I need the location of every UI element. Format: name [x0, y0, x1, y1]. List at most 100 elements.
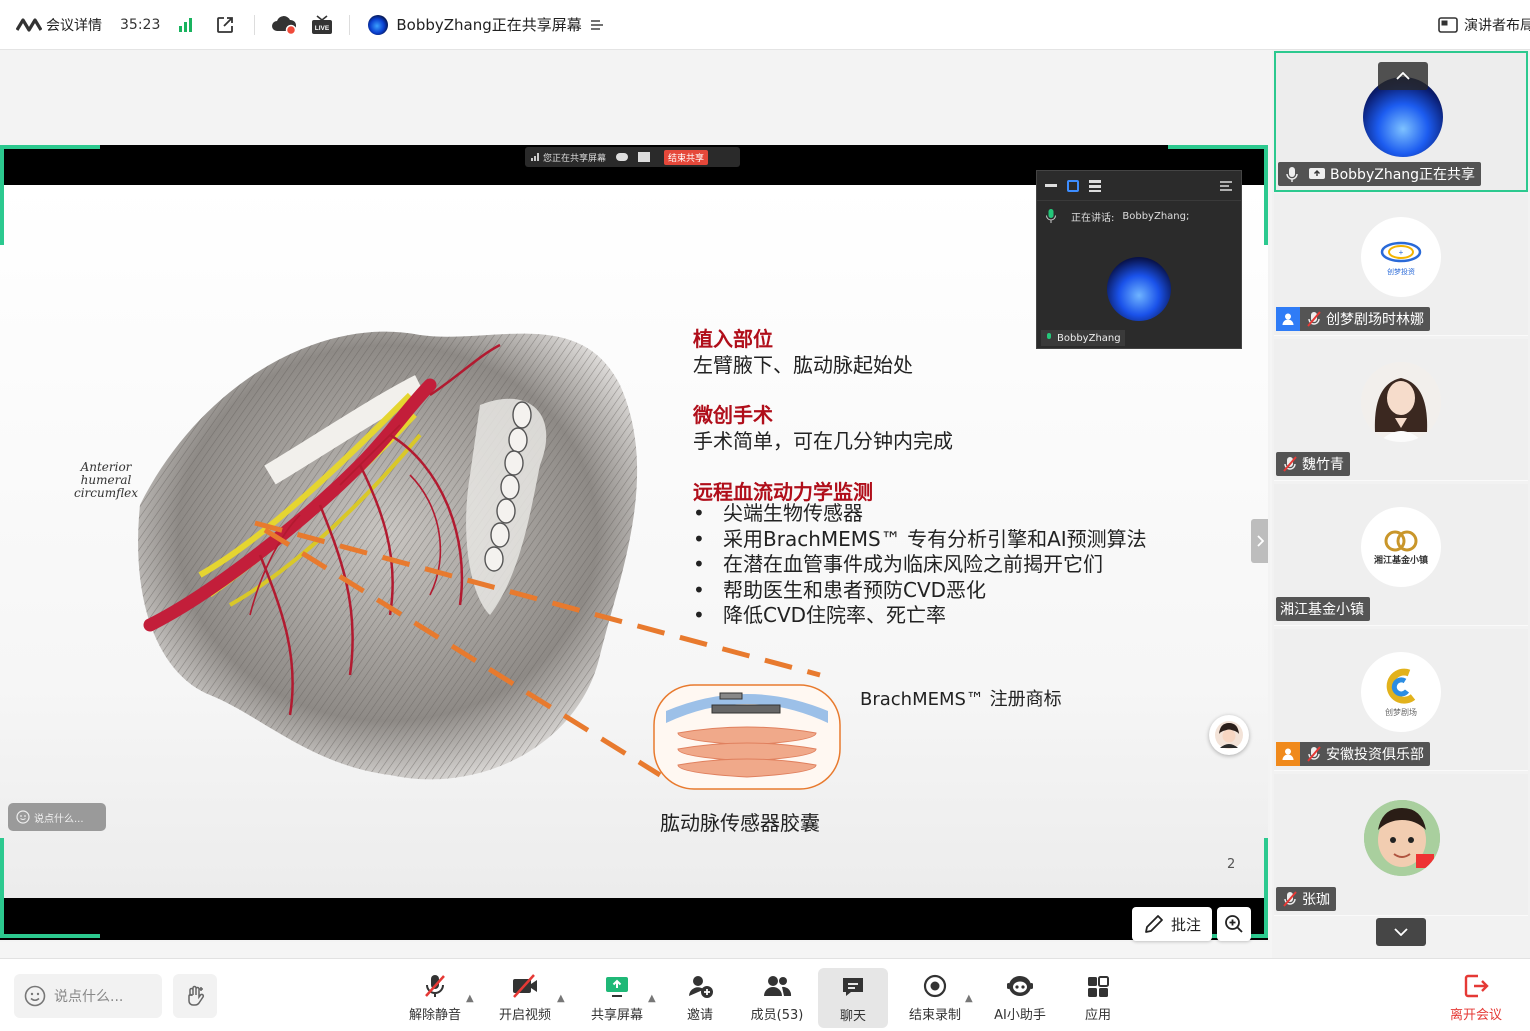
section-text-implant-site: 左臂腋下、肱动脉起始处 — [693, 353, 913, 377]
raise-hand-icon — [188, 985, 205, 1006]
record-options-chevron-icon[interactable]: ▲ — [965, 993, 973, 1004]
xiangjiang-logo-icon — [1384, 530, 1418, 551]
stack-icon[interactable] — [1089, 179, 1101, 192]
participant-name: 魏竹青 — [1302, 457, 1344, 473]
avatar-icon — [1215, 721, 1243, 749]
participant-name-tag: 湘江基金小镇 — [1276, 597, 1370, 621]
logo-text: 湘江基金小镇 — [1373, 555, 1428, 566]
sharing-status[interactable]: BobbyZhang正在共享屏幕 — [368, 14, 603, 35]
chevron-down-icon — [1394, 928, 1408, 936]
participant-name: 安徽投资俱乐部 — [1326, 747, 1424, 763]
speaking-name: BobbyZhang; — [1122, 210, 1190, 222]
live-icon[interactable] — [638, 152, 651, 162]
live-icon[interactable]: LIVE — [311, 14, 333, 35]
share-options-chevron-icon[interactable]: ▲ — [648, 993, 656, 1004]
share-screen-button[interactable]: 共享屏幕 — [582, 967, 652, 1027]
share-control-bar: 您正在共享屏幕 结束共享 — [525, 147, 740, 167]
chuangmeng-logo-icon: + — [1380, 241, 1422, 263]
slide-chat-placeholder: 说点什么... — [34, 813, 84, 825]
mic-active-icon — [1046, 209, 1056, 223]
members-button[interactable]: 成员(53) — [742, 967, 812, 1027]
co-host-badge-icon — [1276, 742, 1300, 766]
mic-muted-icon — [1283, 891, 1297, 907]
emoji-icon — [24, 985, 46, 1007]
annotate-button[interactable]: 批注 — [1132, 907, 1212, 941]
logo-text: 创梦投资 — [1387, 268, 1415, 276]
speaking-indicator: 正在讲话: BobbyZhang; — [1037, 201, 1241, 231]
chat-button[interactable]: 聊天 — [818, 968, 888, 1028]
collapse-panel-button[interactable] — [1251, 519, 1268, 563]
portrait-photo — [1361, 362, 1441, 442]
participant-tile[interactable]: 湘江基金小镇 湘江基金小镇 — [1274, 484, 1528, 626]
logo-text: 创梦剧场 — [1385, 707, 1417, 717]
unmute-button[interactable]: 解除静音 — [400, 967, 470, 1027]
start-video-button[interactable]: 开启视频 — [490, 967, 560, 1027]
list-item: • 尖端生物传感器 — [693, 501, 863, 525]
sharer-avatar — [368, 14, 389, 35]
raise-hand-button[interactable] — [173, 974, 217, 1018]
speaker-name: BobbyZhang — [1057, 332, 1121, 344]
participant-name-tag: 魏竹青 — [1276, 452, 1350, 476]
section-title-minimally-invasive: 微创手术 — [693, 403, 773, 427]
video-options-chevron-icon[interactable]: ▲ — [557, 993, 565, 1004]
signal-icon — [531, 153, 539, 161]
ai-assistant-button[interactable]: AI小助手 — [985, 967, 1055, 1027]
mic-muted-icon — [1307, 746, 1321, 762]
participant-name: 创梦剧场时林娜 — [1326, 312, 1424, 328]
invite-label: 邀请 — [686, 1008, 713, 1023]
meeting-details-button[interactable]: 会议详情 — [16, 15, 102, 35]
participant-tile[interactable]: BobbyZhang正在共享 — [1274, 51, 1528, 192]
window-icon[interactable] — [1067, 179, 1079, 192]
audio-options-chevron-icon[interactable]: ▲ — [466, 993, 474, 1004]
participant-tile[interactable]: 魏竹青 — [1274, 339, 1528, 481]
participant-tile[interactable]: 创梦剧场 安徽投资俱乐部 — [1274, 629, 1528, 771]
signal-icon[interactable] — [178, 17, 194, 32]
stop-recording-button[interactable]: 结束录制 — [900, 967, 970, 1027]
host-badge-icon — [1276, 307, 1300, 331]
avatar — [1361, 362, 1441, 442]
speaker-panel[interactable]: 正在讲话: BobbyZhang; BobbyZhang — [1036, 170, 1242, 349]
speaker-layout-button[interactable]: 演讲者布局 — [1438, 15, 1530, 35]
emoji-icon — [16, 810, 30, 824]
members-label: 成员(53) — [750, 1008, 804, 1023]
video-off-icon — [513, 974, 537, 998]
leave-meeting-label: 离开会议 — [1449, 1008, 1502, 1023]
section-text-minimally-invasive: 手术简单，可在几分钟内完成 — [693, 429, 953, 453]
speaker-layout-label: 演讲者布局 — [1464, 17, 1530, 34]
participant-tile[interactable]: + 创梦投资 创梦剧场时林娜 — [1274, 194, 1528, 336]
layout-icon — [1438, 16, 1458, 33]
external-window-icon[interactable] — [216, 16, 234, 34]
chat-input[interactable]: 说点什么... — [14, 974, 162, 1018]
speaker-avatar — [1107, 257, 1171, 321]
list-icon[interactable] — [1219, 180, 1233, 192]
stop-recording-label: 结束录制 — [908, 1008, 961, 1023]
meeting-timer: 35:23 — [120, 16, 161, 33]
share-border-bottom-left — [0, 838, 100, 938]
scroll-down-button[interactable] — [1376, 918, 1426, 946]
zoom-button[interactable] — [1217, 907, 1251, 941]
floating-avatar[interactable] — [1209, 715, 1249, 755]
minimize-icon[interactable] — [1045, 184, 1057, 187]
tencent-meeting-logo-icon — [16, 17, 42, 32]
sharing-label: 您正在共享屏幕 — [543, 153, 607, 164]
sharing-status-label: BobbyZhang正在共享屏幕 — [396, 16, 582, 34]
speaker-panel-header — [1037, 171, 1241, 201]
share-border-top-left — [0, 145, 100, 245]
svg-text:+: + — [1399, 248, 1404, 257]
slide-chat-input[interactable]: 说点什么... — [8, 803, 106, 831]
participant-tile[interactable]: 张珈 — [1274, 774, 1528, 916]
cloud-record-icon[interactable] — [271, 15, 297, 35]
stop-share-button[interactable]: 结束共享 — [664, 149, 709, 165]
mic-muted-icon — [1307, 311, 1321, 327]
scroll-up-button[interactable] — [1378, 62, 1428, 90]
list-item: • 帮助医生和患者预防CVD恶化 — [693, 577, 987, 602]
sensor-capsule-illustration — [653, 684, 841, 790]
chat-icon — [843, 978, 863, 996]
invite-button[interactable]: 邀请 — [668, 967, 732, 1027]
participant-name-tag: BobbyZhang正在共享 — [1278, 162, 1482, 186]
ai-assistant-icon — [1007, 976, 1033, 996]
leave-meeting-button[interactable]: 离开会议 — [1440, 967, 1512, 1027]
apps-button[interactable]: 应用 — [1066, 967, 1130, 1027]
arm-anatomy-illustration — [138, 331, 638, 780]
cloud-icon[interactable] — [616, 153, 629, 161]
